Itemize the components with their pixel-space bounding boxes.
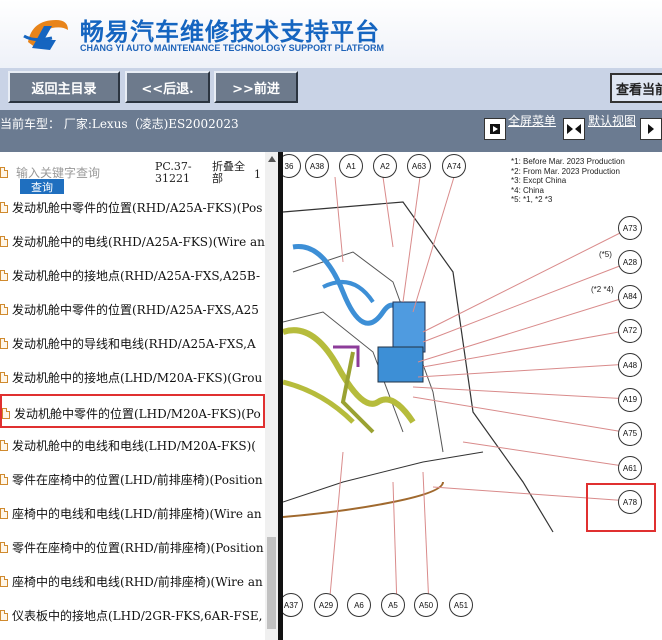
document-icon bbox=[0, 304, 8, 315]
list-item[interactable]: 发动机舱中的电线(RHD/A25A-FKS)(Wire and bbox=[0, 224, 265, 258]
connector-circle[interactable]: A73 bbox=[618, 216, 642, 240]
document-icon bbox=[0, 338, 8, 349]
note-line: *1: Before Mar. 2023 Production bbox=[511, 157, 625, 166]
connector-circle[interactable]: A6 bbox=[347, 593, 371, 617]
expand-view-icon[interactable] bbox=[640, 118, 662, 140]
back-button[interactable]: <<后退. bbox=[125, 71, 210, 103]
list-item-label: 座椅中的电线和电线(LHD/前排座椅)(Wire an bbox=[12, 507, 262, 521]
truncated-label: 1 bbox=[254, 168, 261, 181]
list-item-label: 发动机舱中的电线(RHD/A25A-FKS)(Wire and bbox=[12, 235, 265, 249]
app-header: 畅易汽车维修技术支持平台 CHANG YI AUTO MAINTENANCE T… bbox=[0, 0, 662, 68]
list-item[interactable]: 发动机舱中的导线和电线(RHD/A25A-FXS,A bbox=[0, 326, 265, 360]
connector-circle[interactable]: A51 bbox=[449, 593, 473, 617]
scrollbar-thumb[interactable] bbox=[267, 537, 276, 629]
list-item-label: 发动机舱中零件的位置(RHD/A25A-FXS,A25 bbox=[12, 303, 259, 317]
list-item[interactable]: 发动机舱中的电线和电线(LHD/M20A-FKS)( bbox=[0, 428, 265, 462]
document-icon bbox=[0, 167, 8, 178]
list-item[interactable]: 仪表板中的接地点(LHD/2GR-FKS,6AR-FSE, bbox=[0, 598, 265, 632]
document-icon bbox=[0, 440, 8, 451]
collapse-all-link[interactable]: 折叠全部 bbox=[212, 161, 250, 185]
list-item[interactable]: 发动机舱中零件的位置(LHD/M20A-FKS)(Po bbox=[0, 394, 265, 428]
note-line: *3: Excpt China bbox=[511, 176, 567, 185]
brand-subtitle: CHANG YI AUTO MAINTENANCE TECHNOLOGY SUP… bbox=[80, 43, 385, 53]
document-icon bbox=[0, 508, 8, 519]
list-item-label: 发动机舱中零件的位置(LHD/M20A-FKS)(Po bbox=[14, 407, 261, 421]
connector-circle[interactable]: A84 bbox=[618, 284, 642, 309]
sidebar-scrollbar[interactable] bbox=[265, 152, 278, 640]
cy-logo-icon bbox=[23, 20, 68, 50]
fullscreen-menu-icon[interactable] bbox=[484, 118, 506, 140]
connector-circle[interactable]: A72 bbox=[618, 318, 642, 343]
list-item[interactable]: 座椅中的电线和电线(LHD/前排座椅)(Wire an bbox=[0, 496, 265, 530]
wiring-diagram[interactable]: *1: Before Mar. 2023 Production *2: From … bbox=[283, 152, 662, 640]
annotation-label: (*2 *4) bbox=[591, 285, 614, 294]
brand-title: 畅易汽车维修技术支持平台 bbox=[80, 18, 380, 46]
list-item-label: 座椅中的电线和电线(RHD/前排座椅)(Wire an bbox=[12, 575, 263, 589]
list-item[interactable]: 发动机舱中的接地点(LHD/M20A-FKS)(Grou bbox=[0, 360, 265, 394]
info-bar: 当前车型： 厂家:Lexus（凌志)ES2002023 全屏菜单 默认视图 bbox=[0, 110, 662, 152]
list-item[interactable]: 座椅中的电线和电线(RHD/前排座椅)(Wire an bbox=[0, 564, 265, 598]
connector-circle[interactable]: A2 bbox=[373, 154, 397, 178]
list-item-label: 发动机舱中的电线和电线(LHD/M20A-FKS)( bbox=[12, 439, 256, 453]
connector-circle[interactable]: A50 bbox=[414, 593, 438, 617]
connector-circle[interactable]: A61 bbox=[618, 456, 642, 481]
connector-circle[interactable]: A38 bbox=[305, 154, 329, 178]
list-item[interactable]: 发动机舱中的接地点(RHD/A25A-FXS,A25B- bbox=[0, 258, 265, 292]
document-icon bbox=[0, 542, 8, 553]
list-item[interactable]: 零件在座椅中的位置(LHD/前排座椅)(Position bbox=[0, 462, 265, 496]
search-row: 输入关键字查询 查询 PC.37-31221 折叠全部 1 bbox=[0, 152, 265, 194]
default-view-link[interactable]: 默认视图 bbox=[588, 115, 636, 128]
annotation-label: (*5) bbox=[599, 250, 612, 259]
list-item[interactable]: 发动机舱中零件的位置(RHD/A25A-FXS,A25 bbox=[0, 292, 265, 326]
connector-circle[interactable]: A29 bbox=[314, 593, 338, 617]
note-line: *5: *1, *2 *3 bbox=[511, 195, 553, 204]
view-current-button[interactable]: 查看当前 bbox=[610, 73, 662, 103]
scroll-up-icon[interactable] bbox=[268, 156, 276, 162]
current-model-label: 当前车型： 厂家:Lexus（凌志)ES2002023 bbox=[0, 117, 239, 131]
list-item[interactable]: 零件在座椅中的位置(RHD/前排座椅)(Position bbox=[0, 530, 265, 564]
connector-circle[interactable]: A5 bbox=[381, 593, 405, 617]
connector-circle[interactable]: A75 bbox=[618, 421, 642, 446]
connector-circle[interactable]: A63 bbox=[407, 154, 431, 178]
list-item-label: 发动机舱中的接地点(RHD/A25A-FXS,A25B- bbox=[12, 269, 261, 283]
document-icon bbox=[0, 236, 8, 247]
document-icon bbox=[0, 474, 8, 485]
document-icon bbox=[0, 202, 8, 213]
list-item-label: 发动机舱中的接地点(LHD/M20A-FKS)(Grou bbox=[12, 371, 263, 385]
connector-circle[interactable]: A1 bbox=[339, 154, 363, 178]
list-item-label: 零件在座椅中的位置(RHD/前排座椅)(Position bbox=[12, 541, 264, 555]
production-notes: *1: Before Mar. 2023 Production *2: From … bbox=[511, 157, 625, 205]
note-line: *4: China bbox=[511, 185, 544, 195]
connector-circle[interactable]: A74 bbox=[442, 154, 466, 178]
toolbar: 返回主目录 <<后退. >>前进 查看当前 bbox=[0, 68, 662, 110]
document-icon bbox=[2, 408, 10, 419]
sidebar: 输入关键字查询 查询 PC.37-31221 折叠全部 1 发动机舱中零件的位置… bbox=[0, 152, 278, 640]
fullscreen-menu-link[interactable]: 全屏菜单 bbox=[508, 115, 556, 128]
list-item-label: 发动机舱中的导线和电线(RHD/A25A-FXS,A bbox=[12, 337, 256, 351]
forward-button[interactable]: >>前进 bbox=[214, 71, 298, 103]
list-item-label: 发动机舱中零件的位置(RHD/A25A-FKS)(Pos bbox=[12, 201, 263, 215]
list-item-label: 零件在座椅中的位置(LHD/前排座椅)(Position bbox=[12, 473, 263, 487]
highlight-box bbox=[586, 483, 656, 532]
note-line: *2: From Mar. 2023 Production bbox=[511, 166, 620, 176]
document-icon bbox=[0, 610, 8, 621]
main-menu-button[interactable]: 返回主目录 bbox=[8, 71, 120, 103]
connector-circle[interactable]: A19 bbox=[618, 387, 642, 412]
list-item[interactable]: 发动机舱中零件的位置(RHD/A25A-FKS)(Pos bbox=[0, 190, 265, 224]
document-icon bbox=[0, 372, 8, 383]
connector-circle[interactable]: A48 bbox=[618, 353, 642, 378]
pc-code: PC.37-31221 bbox=[155, 160, 192, 185]
engine-bay-illustration bbox=[283, 176, 631, 608]
document-icon bbox=[0, 576, 8, 587]
default-view-icon[interactable] bbox=[563, 118, 585, 140]
document-icon bbox=[0, 270, 8, 281]
list-item-label: 仪表板中的接地点(LHD/2GR-FKS,6AR-FSE, bbox=[12, 609, 263, 623]
